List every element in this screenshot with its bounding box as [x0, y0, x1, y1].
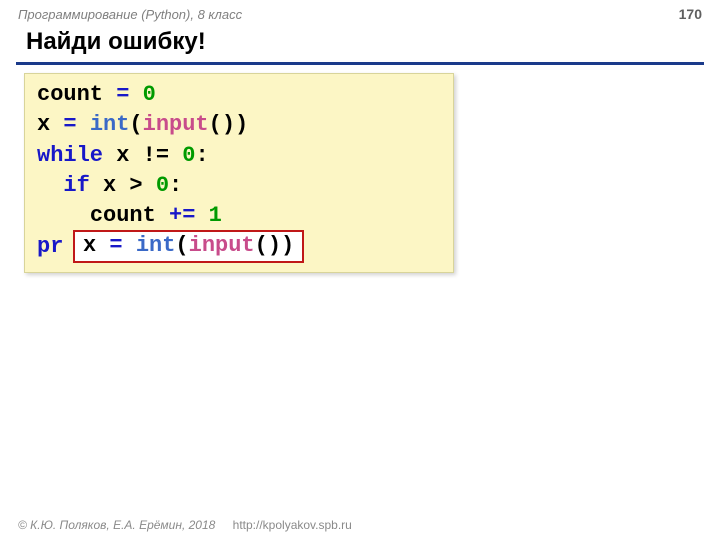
slide-footer: © К.Ю. Поляков, Е.А. Ерёмин, 2018 http:/…: [18, 518, 352, 532]
course-label: Программирование (Python), 8 класс: [18, 7, 242, 22]
code-block: count = 0 x = int(input()) while x != 0:…: [24, 73, 454, 273]
copyright: © К.Ю. Поляков, Е.А. Ерёмин, 2018: [18, 518, 215, 532]
title-underline: [16, 62, 704, 65]
code-line-2: x = int(input()): [37, 110, 441, 140]
footer-url: http://kpolyakov.spb.ru: [233, 518, 352, 532]
slide-title: Найди ошибку!: [0, 24, 720, 62]
code-line-3: while x != 0:: [37, 141, 441, 171]
page-number: 170: [679, 6, 702, 22]
code-line-1: count = 0: [37, 80, 441, 110]
slide-header: Программирование (Python), 8 класс 170: [0, 0, 720, 24]
answer-overlay: x = int(input()): [73, 230, 304, 264]
code-line-4: if x > 0:: [37, 171, 441, 201]
code-line-5: count += 1: [37, 201, 441, 231]
